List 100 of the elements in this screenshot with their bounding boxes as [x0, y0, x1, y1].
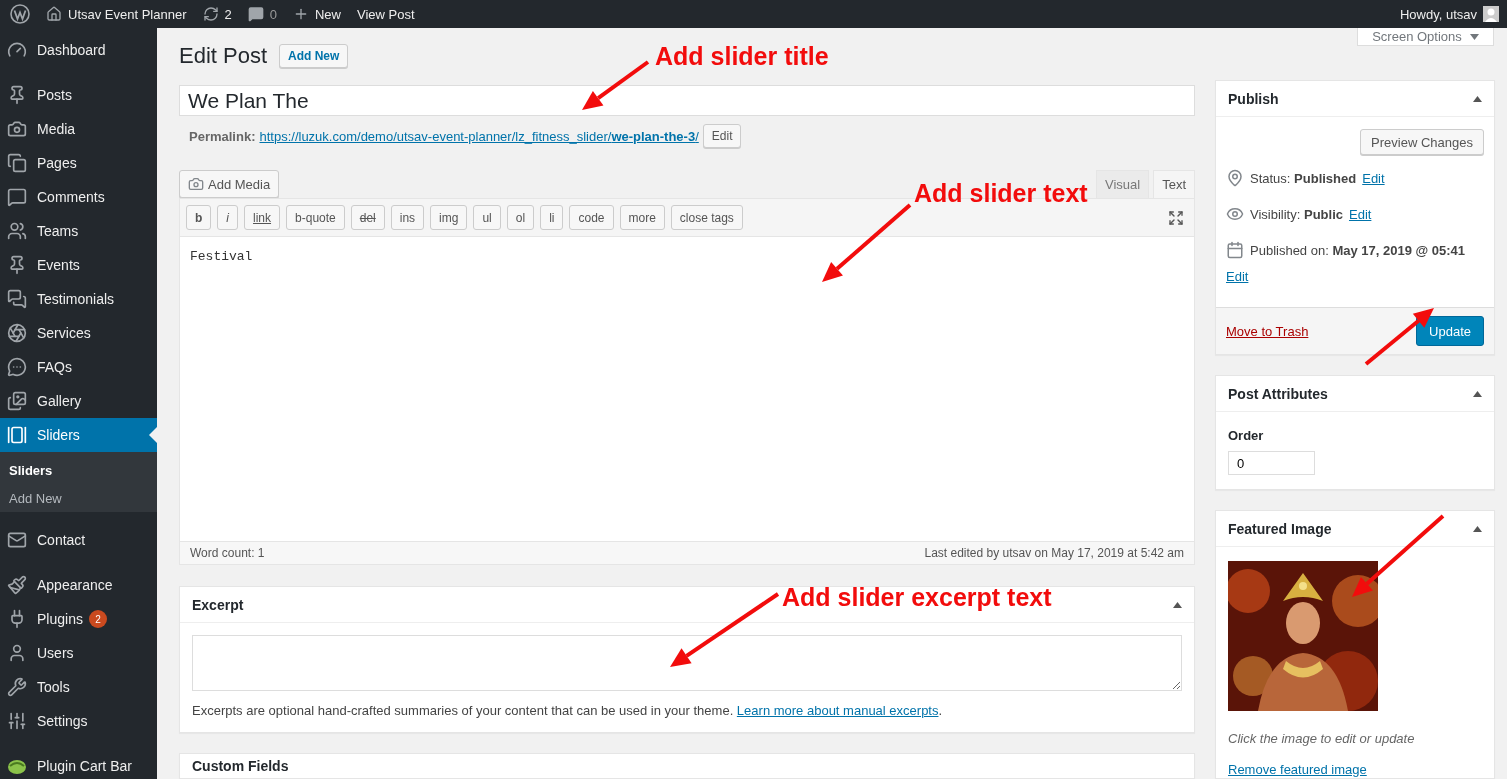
- dropdown-arrow-icon[interactable]: [1469, 33, 1479, 40]
- format-button[interactable]: b: [186, 205, 212, 231]
- collapse-arrow-icon[interactable]: [1473, 525, 1482, 532]
- format-button[interactable]: close tags: [670, 205, 743, 231]
- collapse-arrow-icon[interactable]: [1473, 390, 1482, 397]
- person-icon: [7, 643, 27, 663]
- sidebar-item[interactable]: Services: [0, 316, 157, 350]
- sidebar-item[interactable]: FAQs: [0, 350, 157, 384]
- format-button[interactable]: ins: [390, 205, 425, 231]
- editor-tab[interactable]: Visual: [1095, 170, 1150, 199]
- pages-icon: [7, 153, 27, 173]
- format-button[interactable]: ul: [473, 205, 501, 231]
- eye-icon: [1226, 205, 1244, 223]
- sidebar-item[interactable]: Events: [0, 248, 157, 282]
- remove-image-link[interactable]: Remove featured image: [1228, 762, 1367, 777]
- images-icon: [7, 391, 27, 411]
- sidebar-item[interactable]: Comments: [0, 180, 157, 214]
- sidebar-item[interactable]: Testimonials: [0, 282, 157, 316]
- format-button[interactable]: li: [540, 205, 564, 231]
- collapse-arrow-icon[interactable]: [1173, 601, 1182, 608]
- sidebar-item[interactable]: Dashboard: [0, 33, 157, 67]
- pin-icon: [7, 255, 27, 275]
- logo-icon[interactable]: [10, 4, 30, 24]
- format-button[interactable]: i: [217, 205, 238, 231]
- screen-options-button[interactable]: Screen Options: [1357, 28, 1494, 46]
- permalink-label: Permalink:: [189, 128, 256, 144]
- editor-content[interactable]: Festival: [180, 237, 1194, 542]
- plus-icon[interactable]: [293, 6, 309, 22]
- calendar-icon: [1226, 241, 1244, 259]
- order-label: Order: [1228, 428, 1265, 443]
- speech-bubble-icon[interactable]: [247, 6, 264, 22]
- excerpt-field[interactable]: [192, 635, 1182, 692]
- comments-count[interactable]: 0: [269, 6, 277, 22]
- edit-link[interactable]: Edit: [1349, 205, 1372, 225]
- speech-bubble-icon: [7, 187, 27, 207]
- format-button[interactable]: del: [350, 205, 385, 231]
- preview-button[interactable]: Preview Changes: [1360, 129, 1484, 155]
- speech-bubbles-icon: [7, 289, 27, 309]
- sidebar-item[interactable]: Tools: [0, 670, 157, 704]
- annotation-text: Add slider excerpt text: [782, 583, 1052, 612]
- page-title: Edit Post: [179, 43, 268, 69]
- card-title: Featured Image: [1228, 520, 1332, 537]
- dashboard-icon: [7, 40, 27, 60]
- greeting-link[interactable]: Howdy, utsav: [1399, 6, 1477, 22]
- format-button[interactable]: more: [619, 205, 665, 231]
- add-media-button[interactable]: Add Media: [179, 170, 280, 199]
- sidebar-item[interactable]: Plugins 2: [0, 602, 157, 636]
- card-title: Excerpt: [192, 596, 244, 613]
- count-badge: 2: [88, 610, 107, 628]
- sidebar-item[interactable]: Settings: [0, 704, 157, 738]
- sidebar-item[interactable]: Users: [0, 636, 157, 670]
- site-name-link[interactable]: Utsav Event Planner: [68, 6, 187, 22]
- edit-button[interactable]: Edit: [702, 124, 742, 149]
- sidebar-item[interactable]: Pages: [0, 146, 157, 180]
- editor-tab[interactable]: Text: [1153, 170, 1195, 199]
- speech-bubble-icon: [7, 357, 27, 377]
- publish-info: Visibility: Public: [1250, 206, 1343, 224]
- update-button[interactable]: Update: [1416, 316, 1484, 346]
- people-icon: [7, 221, 27, 241]
- card-title: Custom Fields: [192, 758, 289, 775]
- sidebar-item[interactable]: Teams: [0, 214, 157, 248]
- sidebar-item[interactable]: Appearance: [0, 568, 157, 602]
- sidebar-item[interactable]: Gallery: [0, 384, 157, 418]
- format-button[interactable]: link: [244, 205, 281, 231]
- format-button[interactable]: ol: [506, 205, 535, 231]
- order-field[interactable]: 0: [1228, 451, 1315, 475]
- pin-icon: [1226, 169, 1244, 187]
- sidebar-item[interactable]: Sliders: [0, 418, 157, 452]
- edit-link[interactable]: Edit: [1226, 267, 1249, 287]
- new-link[interactable]: New: [315, 6, 341, 22]
- last-edited: Last edited by utsav on May 17, 2019 at 5:42 am: [924, 546, 1184, 561]
- annotation-text: Add slider title: [655, 42, 829, 71]
- fullscreen-icon[interactable]: [1168, 209, 1184, 226]
- edit-link[interactable]: Edit: [1362, 169, 1385, 189]
- sidebar-item[interactable]: Posts: [0, 78, 157, 112]
- camera-icon: [7, 119, 27, 139]
- sidebar-item[interactable]: Media: [0, 112, 157, 146]
- sidebar-item[interactable]: Contact: [0, 523, 157, 557]
- sidebar-item[interactable]: Plugin Cart Bar: [0, 749, 157, 779]
- view-post-link[interactable]: View Post: [357, 6, 415, 22]
- format-button[interactable]: code: [569, 205, 614, 231]
- card-title: Post Attributes: [1228, 385, 1328, 402]
- card-title: Publish: [1228, 90, 1279, 107]
- home-icon[interactable]: [46, 6, 62, 22]
- updates-count[interactable]: 2: [224, 6, 232, 22]
- aperture-icon: [7, 323, 27, 343]
- submenu-item[interactable]: Sliders: [0, 456, 157, 484]
- wrench-icon: [7, 677, 27, 697]
- sliders-icon: [7, 711, 27, 731]
- format-button[interactable]: b-quote: [286, 205, 345, 231]
- submenu-item[interactable]: Add New: [0, 484, 157, 512]
- add-new-button[interactable]: Add New: [279, 44, 349, 68]
- title-field[interactable]: We Plan The: [179, 85, 1195, 117]
- envelope-icon: [7, 530, 27, 550]
- annotation-text: Add slider text: [914, 179, 1088, 208]
- collapse-arrow-icon[interactable]: [1473, 95, 1482, 102]
- format-button[interactable]: img: [430, 205, 468, 231]
- permalink-link[interactable]: https://luzuk.com/demo/utsav-event-planner/lz_fitness_slider/we-plan-the-3/: [259, 128, 699, 144]
- move-to-trash-link[interactable]: Move to Trash: [1226, 323, 1309, 339]
- refresh-icon[interactable]: [202, 6, 219, 22]
